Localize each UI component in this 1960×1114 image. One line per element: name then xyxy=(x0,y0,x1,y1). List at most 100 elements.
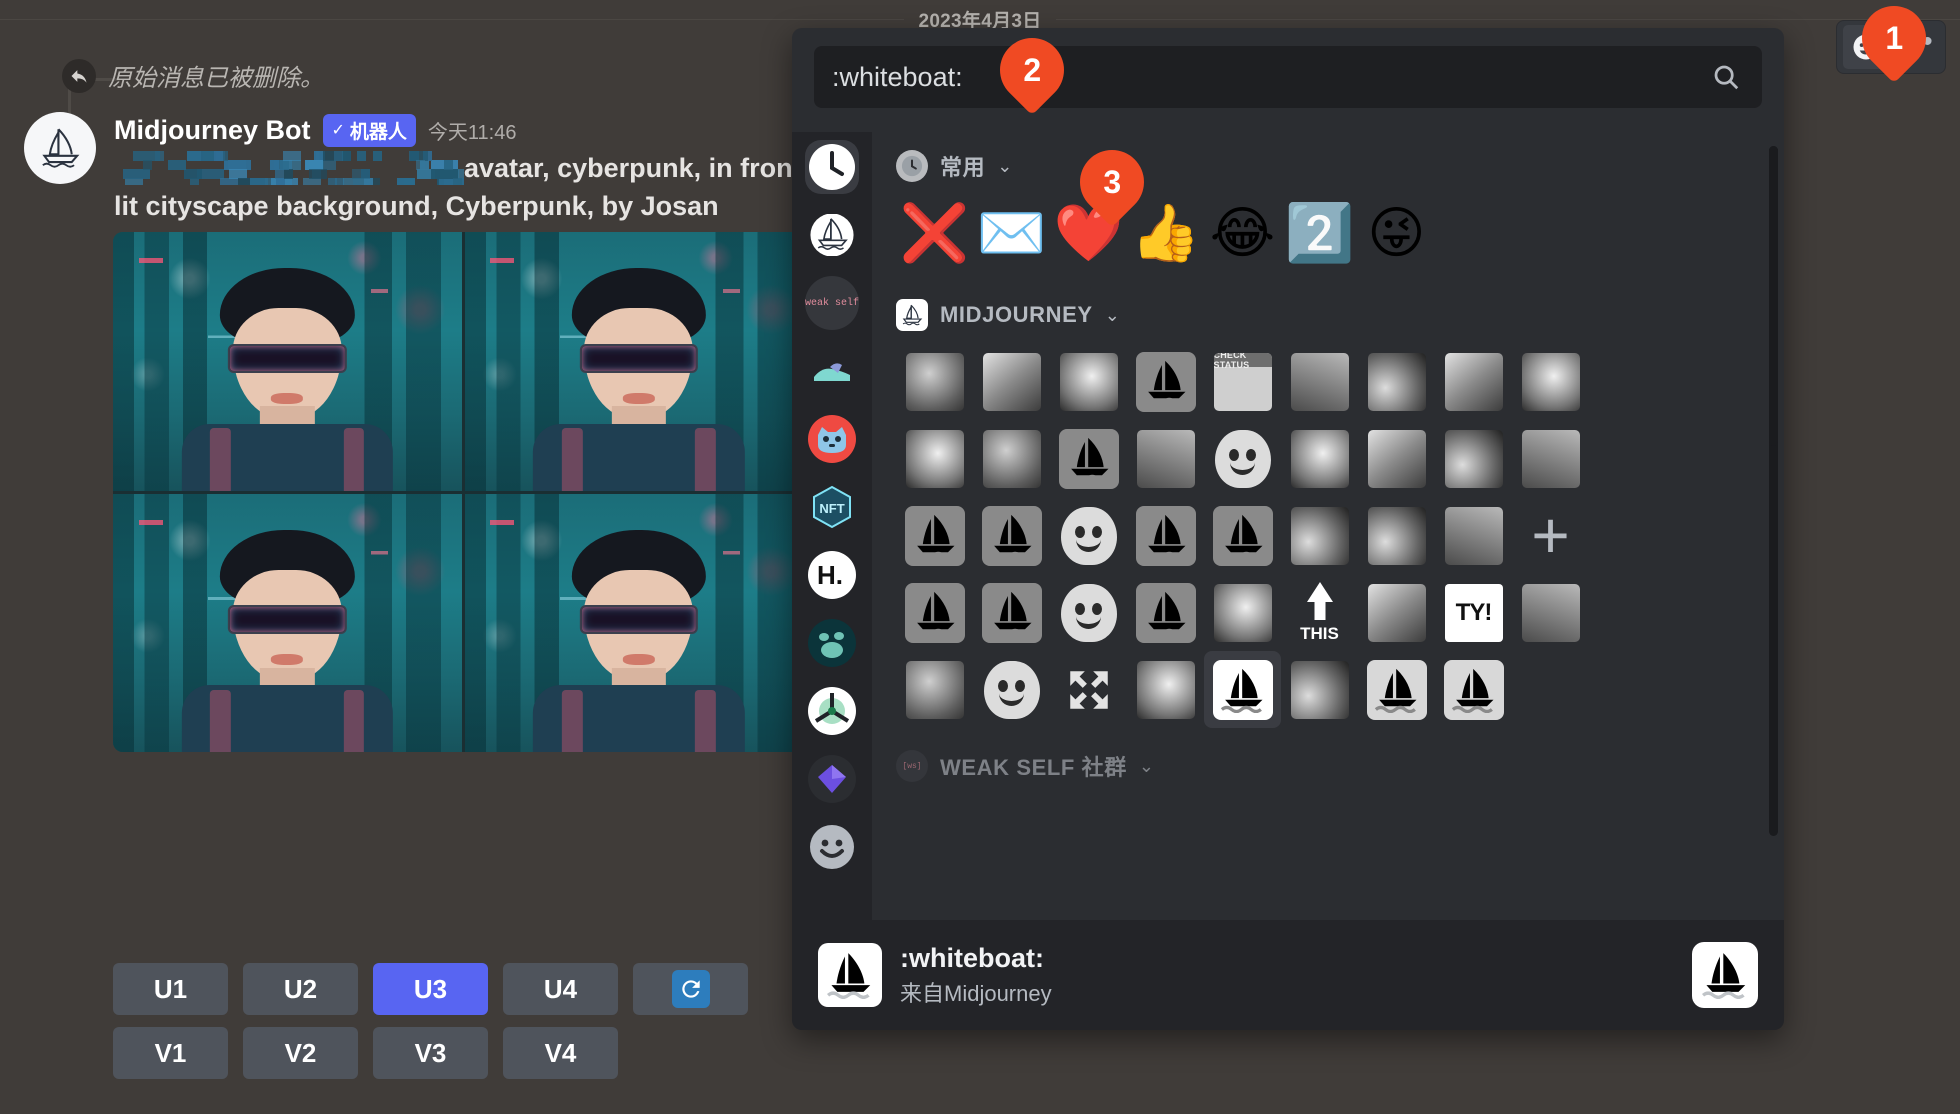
check-status-art: CHECK STATUS xyxy=(1214,353,1272,411)
category-nft-server[interactable]: NFT xyxy=(805,480,859,534)
boat-emoji-art xyxy=(1367,660,1427,720)
midjourney-sailboat-avatar[interactable] xyxy=(24,112,96,184)
blob-emoji-art xyxy=(1061,584,1117,642)
boat-emoji-art xyxy=(982,583,1042,643)
emoji-scrollbar[interactable] xyxy=(1769,146,1778,836)
emoji-envelope[interactable]: ✉️ xyxy=(973,194,1050,271)
emoji-boat-emoji[interactable] xyxy=(1435,651,1512,728)
emoji-eyes-emoji[interactable] xyxy=(1435,343,1512,420)
emoji-dog-emoji[interactable] xyxy=(1050,343,1127,420)
emoji-bird-skull-emoji[interactable] xyxy=(1358,497,1435,574)
category-paw-server[interactable] xyxy=(805,616,859,670)
emoji-moon-emoji[interactable] xyxy=(1512,420,1589,497)
emoji-sunglasses-blob-emoji[interactable] xyxy=(1358,574,1435,651)
emoji-blur-emoji[interactable] xyxy=(1512,574,1589,651)
reply-reference[interactable]: 原始消息已被删除。 xyxy=(62,58,324,93)
emoji-expand-arrows-emoji[interactable] xyxy=(1050,651,1127,728)
category-cat-server[interactable] xyxy=(805,412,859,466)
emoji-boat-emoji[interactable] xyxy=(1204,497,1281,574)
emoji-grin-emoji[interactable] xyxy=(896,420,973,497)
emoji-boat-emoji[interactable] xyxy=(1127,497,1204,574)
generated-image-grid[interactable] xyxy=(113,232,813,752)
whiteboat-large-icon[interactable] xyxy=(1692,942,1758,1008)
category-recent-clock[interactable] xyxy=(805,140,859,194)
emoji-ghost-emoji[interactable] xyxy=(1512,343,1589,420)
emoji-cat-face-emoji[interactable] xyxy=(1358,420,1435,497)
emoji-rock-creature-emoji[interactable] xyxy=(896,343,973,420)
u2-button[interactable]: U2 xyxy=(243,963,358,1015)
emoji-add-emoji-button[interactable]: + xyxy=(1512,497,1589,574)
category-h-server[interactable]: H. xyxy=(805,548,859,602)
category-header-weakself[interactable]: [ws] WEAK SELF 社群 ⌄ xyxy=(896,744,1768,788)
emoji-blob-eyes-emoji[interactable] xyxy=(1050,574,1127,651)
chevron-down-icon[interactable]: ⌄ xyxy=(1139,756,1154,777)
v2-button[interactable]: V2 xyxy=(243,1027,358,1079)
emoji-shocked-emoji[interactable] xyxy=(1127,651,1204,728)
emoji-plague-doctor-emoji[interactable] xyxy=(1281,497,1358,574)
scrollbar-thumb[interactable] xyxy=(1769,146,1778,446)
image-tile-4[interactable] xyxy=(465,494,814,753)
category-default-emoji[interactable] xyxy=(805,820,859,874)
emoji-boat-emoji[interactable] xyxy=(1127,574,1204,651)
emoji-boat-emoji[interactable] xyxy=(896,574,973,651)
emoji-check-status-emoji[interactable]: CHECK STATUS xyxy=(1204,343,1281,420)
emoji-boat-emoji[interactable] xyxy=(1127,343,1204,420)
emoji-cloaked-figure-emoji[interactable] xyxy=(1435,497,1512,574)
emoji-search-input[interactable] xyxy=(832,62,1708,93)
v3-button[interactable]: V3 xyxy=(373,1027,488,1079)
category-header-midjourney[interactable]: MIDJOURNEY ⌄ xyxy=(896,293,1768,337)
category-gem-server[interactable] xyxy=(805,752,859,806)
emoji-blob-smile-emoji[interactable] xyxy=(1204,420,1281,497)
chevron-down-icon[interactable]: ⌄ xyxy=(1105,305,1120,326)
emoji-blob-smirk-emoji[interactable] xyxy=(1204,574,1281,651)
custom-emoji-art xyxy=(1368,353,1426,411)
emoji-boat-emoji[interactable] xyxy=(896,497,973,574)
image-tile-3[interactable] xyxy=(113,494,462,753)
midjourney-action-buttons: U1 U2 U3 U4 V1 V2 V3 V4 xyxy=(113,963,813,1091)
emoji-skull-emoji[interactable] xyxy=(1358,343,1435,420)
emoji-thumbs-up[interactable]: 👍 xyxy=(1127,194,1204,271)
category-midjourney-server[interactable] xyxy=(805,208,859,262)
emoji-joy[interactable]: 😂 xyxy=(1204,194,1281,271)
message-author[interactable]: Midjourney Bot xyxy=(114,115,311,146)
emoji-keycap-two[interactable]: 2️⃣ xyxy=(1281,194,1358,271)
image-tile-2[interactable] xyxy=(465,232,814,491)
emoji-boat-emoji[interactable] xyxy=(1050,420,1127,497)
emoji-whiteboat-emoji[interactable] xyxy=(1204,651,1281,728)
chevron-down-icon[interactable]: ⌄ xyxy=(997,156,1012,177)
image-tile-1[interactable] xyxy=(113,232,462,491)
category-weak-self-server[interactable]: [weak self] xyxy=(805,276,859,330)
emoji-man-emoji[interactable] xyxy=(1435,420,1512,497)
emoji-winking-tongue[interactable]: 😜 xyxy=(1358,194,1435,271)
v1-button[interactable]: V1 xyxy=(113,1027,228,1079)
emoji-boat-emoji[interactable] xyxy=(973,574,1050,651)
status-label: CHECK STATUS xyxy=(1214,353,1272,367)
emoji-blob-sad-emoji[interactable] xyxy=(973,651,1050,728)
emoji-blob-emoji[interactable] xyxy=(1050,497,1127,574)
emoji-ty-emoji[interactable]: TY! xyxy=(1435,574,1512,651)
v4-button[interactable]: V4 xyxy=(503,1027,618,1079)
svg-text:NFT: NFT xyxy=(819,501,844,516)
emoji-mask-emoji[interactable] xyxy=(1281,420,1358,497)
u1-button[interactable]: U1 xyxy=(113,963,228,1015)
category-shoe-server[interactable] xyxy=(805,344,859,398)
u4-button[interactable]: U4 xyxy=(503,963,618,1015)
emoji-cat-emoji[interactable] xyxy=(1127,420,1204,497)
emoji-this-arrow-emoji[interactable]: THIS xyxy=(1281,574,1358,651)
reroll-button[interactable] xyxy=(633,963,748,1015)
category-header-recent[interactable]: 常用 ⌄ xyxy=(896,144,1768,188)
emoji-robot-emoji[interactable] xyxy=(1281,651,1358,728)
emoji-blurry-dog-emoji[interactable] xyxy=(1281,343,1358,420)
emoji-head-emoji[interactable] xyxy=(973,420,1050,497)
category-fan-server[interactable] xyxy=(805,684,859,738)
emoji-boat-emoji[interactable] xyxy=(1358,651,1435,728)
emoji-cross-mark[interactable]: ❌ xyxy=(896,194,973,271)
emoji-sword-emoji[interactable] xyxy=(973,343,1050,420)
emoji-boat-emoji[interactable] xyxy=(973,497,1050,574)
emoji-sparkle-emoji[interactable] xyxy=(896,651,973,728)
search-wrapper[interactable] xyxy=(814,46,1762,108)
u3-button[interactable]: U3 xyxy=(373,963,488,1015)
emoji-scroll-area[interactable]: 常用 ⌄ ❌ ✉️ ❤️ 👍 😂 2️⃣ 😜 MIDJOURNEY ⌄ CHEC… xyxy=(872,132,1784,920)
variation-button-row: V1 V2 V3 V4 xyxy=(113,1027,813,1079)
preview-emoji-source: 来自Midjourney xyxy=(900,976,1674,1008)
